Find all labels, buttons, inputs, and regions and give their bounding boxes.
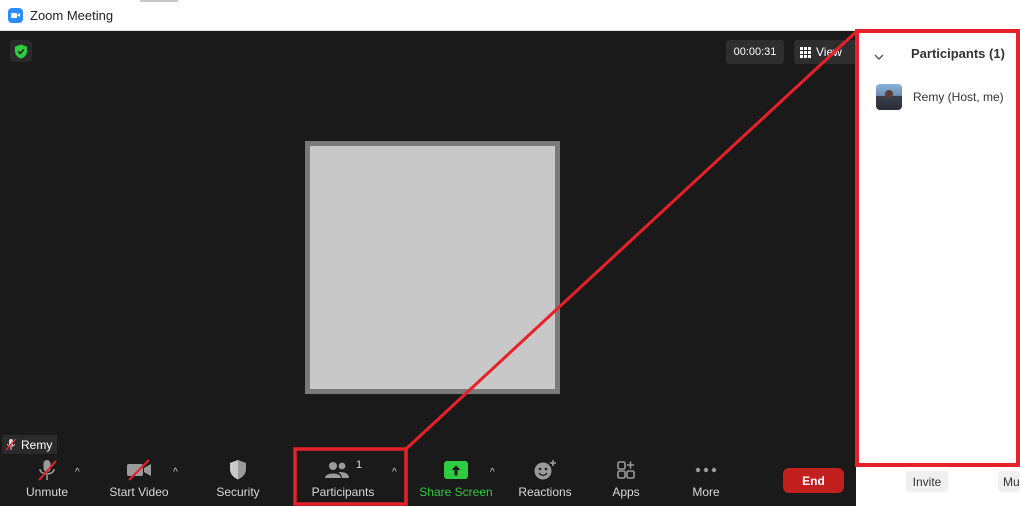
people-icon	[324, 462, 349, 478]
mute-all-button[interactable]: Mu	[998, 471, 1020, 492]
apps-label: Apps	[612, 485, 640, 499]
meeting-toolbar: Unmute ^ Start Video ^ Security 1 Partic…	[0, 455, 856, 506]
avatar	[876, 84, 902, 110]
security-label: Security	[216, 485, 260, 499]
participants-button[interactable]: 1 Participants	[306, 455, 380, 506]
meeting-video-area: 00:00:31 View Remy	[0, 31, 856, 506]
unmute-label: Unmute	[25, 485, 69, 499]
participants-panel-title: Participants (1)	[911, 46, 1005, 61]
meeting-timer: 00:00:31	[726, 40, 784, 64]
shield-icon	[230, 460, 246, 480]
self-name-tag: Remy	[2, 435, 58, 454]
more-label: More	[692, 485, 720, 499]
share-options-caret-icon[interactable]: ^	[490, 467, 495, 478]
self-video-tile[interactable]	[305, 141, 560, 394]
apps-icon	[617, 461, 635, 479]
unmute-button[interactable]: Unmute	[19, 455, 75, 506]
muted-mic-icon	[5, 438, 17, 451]
participant-name: Remy (Host, me)	[913, 90, 1004, 104]
video-options-caret-icon[interactable]: ^	[173, 467, 178, 478]
grid-icon	[800, 46, 811, 58]
encryption-shield-icon[interactable]	[10, 40, 32, 62]
apps-button[interactable]: Apps	[604, 455, 648, 506]
collapse-chevron-down-icon[interactable]	[874, 48, 884, 66]
invite-button[interactable]: Invite	[906, 471, 948, 492]
participants-options-caret-icon[interactable]: ^	[392, 467, 397, 478]
muted-mic-icon	[38, 460, 57, 481]
view-label: View	[816, 45, 842, 59]
view-button[interactable]: View	[794, 40, 856, 64]
title-bar-divider	[140, 0, 178, 2]
start-video-button[interactable]: Start Video	[106, 455, 172, 506]
reactions-label: Reactions	[518, 485, 572, 499]
zoom-app-icon	[8, 8, 23, 23]
share-screen-icon	[444, 461, 468, 479]
share-screen-button[interactable]: Share Screen	[418, 455, 494, 506]
more-dots-icon	[695, 467, 717, 473]
smiley-add-icon	[534, 460, 556, 480]
self-name: Remy	[21, 437, 53, 452]
participant-count: 1	[355, 459, 363, 471]
start-video-label: Start Video	[109, 485, 169, 499]
audio-options-caret-icon[interactable]: ^	[75, 467, 80, 478]
video-off-icon	[127, 459, 151, 481]
window-title: Zoom Meeting	[30, 8, 114, 23]
participants-panel: Participants (1) Remy (Host, me) Invite …	[856, 31, 1020, 506]
title-bar: Zoom Meeting	[0, 0, 1020, 31]
reactions-button[interactable]: Reactions	[516, 455, 574, 506]
participants-label: Participants	[311, 485, 375, 499]
share-screen-label: Share Screen	[419, 485, 493, 499]
security-button[interactable]: Security	[210, 455, 266, 506]
participant-row[interactable]: Remy (Host, me)	[876, 84, 1020, 110]
more-button[interactable]: More	[684, 455, 728, 506]
end-meeting-button[interactable]: End	[783, 468, 844, 493]
